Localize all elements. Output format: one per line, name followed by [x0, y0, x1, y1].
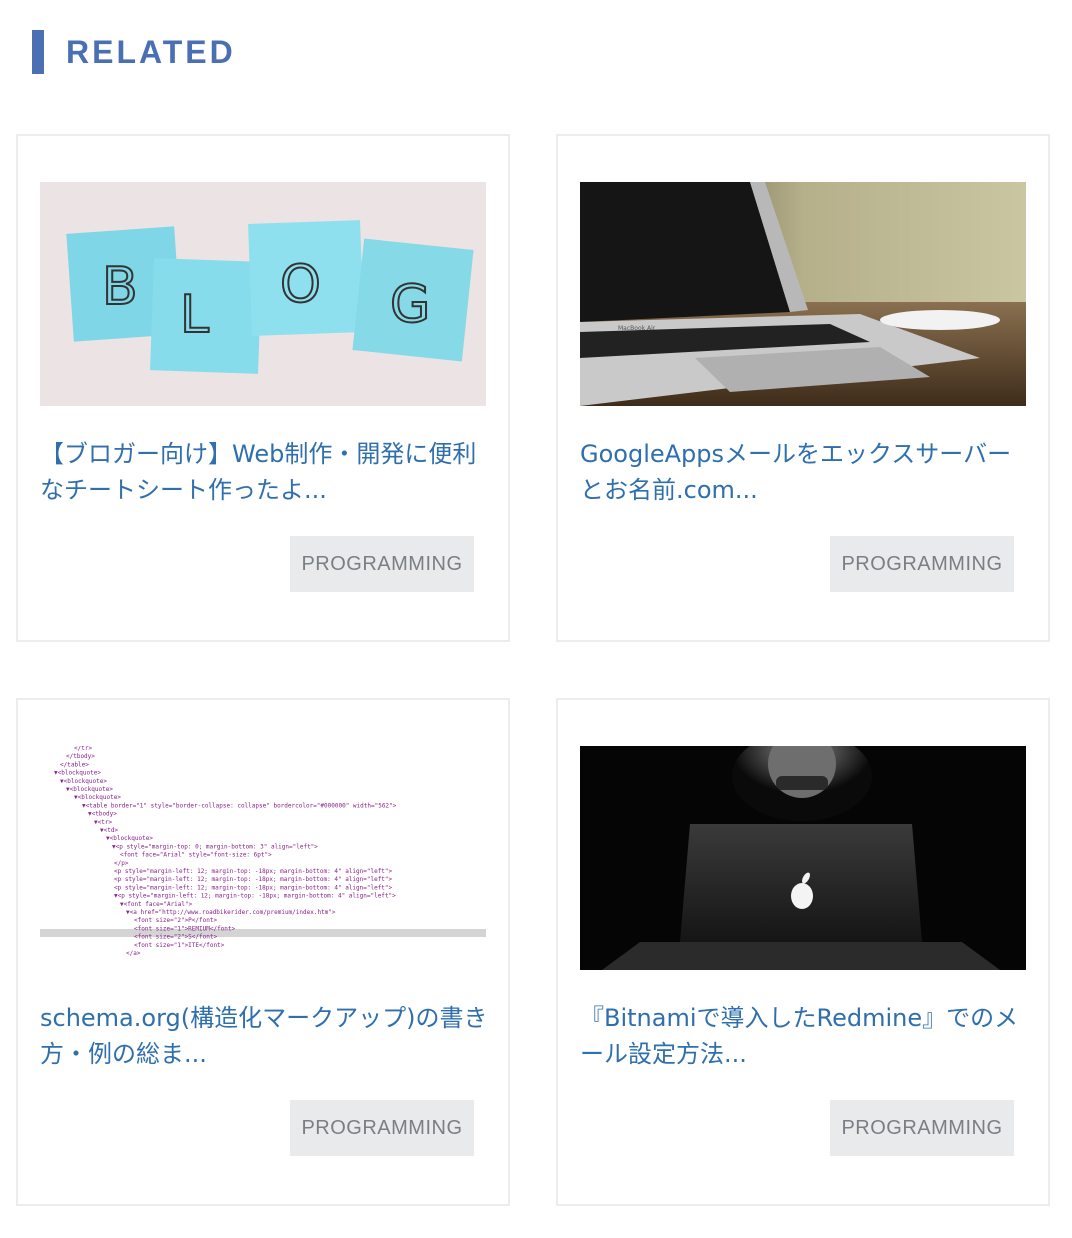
card-thumbnail-person[interactable] — [580, 746, 1026, 970]
related-card[interactable]: </tr> </tbody> </table> ▼<blockquote> ▼<bloc… — [16, 698, 510, 1206]
related-card[interactable]: MacBook Air GoogleAppsメールをエックスサーバーとお名前.c… — [556, 134, 1050, 642]
code-line: <font size="1">ITE</font> — [134, 942, 225, 949]
blog-letter: L — [180, 285, 209, 345]
code-line: </p> — [114, 860, 129, 867]
category-badge[interactable]: PROGRAMMING — [830, 536, 1014, 592]
category-badge[interactable]: PROGRAMMING — [830, 1100, 1014, 1156]
card-title-link[interactable]: 『Bitnamiで導入したRedmine』でのメール設定方法... — [580, 1000, 1032, 1072]
card-thumbnail-blog[interactable]: B L O G — [40, 182, 486, 406]
code-line: <font size="2">P</font> — [134, 917, 217, 924]
code-line: ▼<table border="1" style="border-collaps… — [82, 802, 397, 809]
code-line: <p style="margin-left: 12; margin-top: -… — [114, 884, 393, 891]
laptop-desk-image: MacBook Air — [580, 182, 1026, 406]
code-line: </tbody> — [66, 753, 95, 760]
card-thumbnail-laptop[interactable]: MacBook Air — [580, 182, 1026, 406]
code-line: </table> — [60, 761, 89, 768]
code-line: ▼<p style="margin-top: 0; margin-bottom:… — [112, 843, 318, 850]
html-code-tree-image: </tr></tbody></table>▼<blockquote>▼<bloc… — [40, 746, 486, 970]
blog-letter: B — [102, 257, 138, 317]
blog-sticky-notes-image: B L O G — [40, 182, 486, 406]
code-line: ▼<a href="http://www.roadbikerider.com/p… — [126, 909, 336, 916]
person-macbook-dark-image — [580, 746, 1026, 970]
code-line: </a> — [126, 950, 141, 957]
section-heading: RELATED — [32, 30, 236, 74]
code-line: <p style="margin-left: 12; margin-top: -… — [114, 876, 393, 883]
code-line: ▼<p style="margin-left: 12; margin-top: … — [114, 893, 396, 900]
related-card[interactable]: 『Bitnamiで導入したRedmine』でのメール設定方法... PROGRA… — [556, 698, 1050, 1206]
card-title-link[interactable]: 【ブロガー向け】Web制作・開発に便利なチートシート作ったよ... — [40, 436, 492, 508]
code-line: ▼<blockquote> — [54, 770, 101, 777]
code-line: <font size="2">S</font> — [134, 934, 217, 941]
code-line: ▼<tr> — [94, 819, 112, 826]
blog-letter: O — [280, 255, 321, 315]
code-line: ▼<blockquote> — [60, 778, 107, 785]
blog-letter: G — [390, 275, 430, 335]
card-thumbnail-code[interactable]: </tr> </tbody> </table> ▼<blockquote> ▼<bloc… — [40, 746, 486, 970]
card-title-link[interactable]: schema.org(構造化マークアップ)の書き方・例の総ま... — [40, 1000, 492, 1072]
code-line: <p style="margin-left: 12; margin-top: -… — [114, 868, 393, 875]
code-line: <font size="1">REMIUM</font> — [134, 925, 236, 932]
category-badge[interactable]: PROGRAMMING — [290, 1100, 474, 1156]
code-line: ▼<blockquote> — [66, 786, 113, 793]
card-title-link[interactable]: GoogleAppsメールをエックスサーバーとお名前.com... — [580, 436, 1032, 508]
code-line: </tr> — [74, 746, 92, 752]
laptop-brand-label: MacBook Air — [618, 325, 656, 332]
code-line: ▼<td> — [100, 827, 118, 834]
code-line: ▼<blockquote> — [74, 794, 121, 801]
code-line: <font face="Arial" style="font-size: 6pt… — [120, 852, 272, 859]
code-line: ▼<font face="Arial"> — [120, 901, 193, 908]
category-badge[interactable]: PROGRAMMING — [290, 536, 474, 592]
related-card[interactable]: B L O G 【ブロガー向け】Web制作・開発に便利なチートシート作ったよ..… — [16, 134, 510, 642]
code-line: ▼<tbody> — [88, 811, 117, 818]
heading-accent-bar — [32, 30, 44, 74]
section-title: RELATED — [66, 33, 236, 70]
code-line: ▼<blockquote> — [106, 835, 153, 842]
